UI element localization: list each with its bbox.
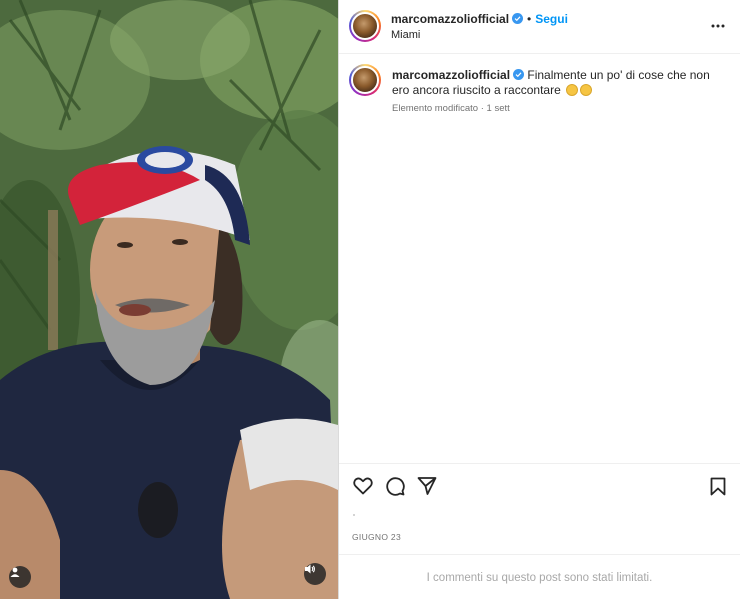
heart-icon	[353, 477, 373, 495]
action-bar	[339, 474, 740, 500]
user-tag-button[interactable]	[9, 566, 31, 588]
caption-username[interactable]: marcomazzoliofficial	[392, 68, 510, 82]
more-horizontal-icon	[711, 24, 725, 28]
user-tag-icon	[10, 567, 20, 577]
comments-limited-notice: I commenti su questo post sono stati lim…	[426, 572, 653, 584]
location-link[interactable]: Miami	[391, 29, 420, 41]
smiling-face-emoji-icon	[580, 84, 593, 96]
caption-avatar[interactable]	[349, 64, 381, 96]
caption-avatar-image	[351, 66, 379, 94]
caption-verified-badge-icon	[513, 69, 525, 80]
post-header: marcomazzoliofficial • Segui Miami	[339, 0, 740, 54]
grinning-face-emoji-icon	[566, 84, 579, 96]
edited-label: Elemento modificato	[392, 103, 479, 114]
follow-button[interactable]: Segui	[535, 12, 568, 26]
caption-meta: Elemento modificato · 1 sett	[392, 103, 510, 114]
likes-placeholder	[353, 514, 355, 516]
post-video[interactable]	[0, 0, 338, 599]
bookmark-icon	[710, 477, 726, 495]
comment-button[interactable]	[383, 474, 407, 498]
share-button[interactable]	[415, 474, 439, 498]
send-icon	[417, 477, 437, 495]
header-username-row: marcomazzoliofficial • Segui	[391, 12, 568, 26]
sound-on-icon	[305, 564, 315, 574]
header-separator: •	[527, 12, 532, 26]
save-button[interactable]	[706, 474, 730, 498]
caption-age[interactable]: 1 sett	[487, 103, 510, 114]
comment-icon	[386, 477, 405, 496]
sound-toggle-button[interactable]	[304, 563, 326, 585]
video-frame	[0, 0, 338, 599]
like-button[interactable]	[351, 474, 375, 498]
avatar[interactable]	[349, 10, 381, 42]
post-date[interactable]: GIUGNO 23	[352, 532, 401, 542]
meta-separator: ·	[480, 103, 484, 114]
more-options-button[interactable]	[708, 16, 728, 36]
actions-divider	[339, 463, 740, 464]
verified-badge-icon	[512, 13, 524, 24]
header-username[interactable]: marcomazzoliofficial	[391, 12, 509, 26]
comments-divider	[339, 554, 740, 555]
caption-text-block: marcomazzoliofficial Finalmente un po' d…	[392, 68, 722, 98]
avatar-image	[351, 12, 379, 40]
post-detail-panel: marcomazzoliofficial • Segui Miami marcoma…	[339, 0, 740, 599]
